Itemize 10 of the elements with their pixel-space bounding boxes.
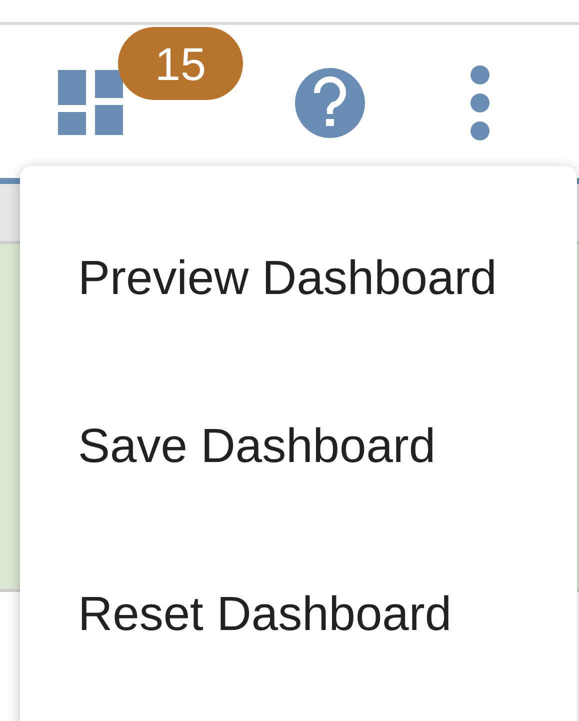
help-icon bbox=[295, 68, 365, 138]
menu-item[interactable]: Save Dashboard bbox=[20, 418, 577, 586]
more-icon bbox=[470, 65, 490, 141]
menu-item[interactable]: Reset Dashboard bbox=[20, 586, 577, 721]
dashboards-button[interactable] bbox=[58, 70, 123, 135]
help-button[interactable] bbox=[295, 68, 365, 138]
menu-item[interactable]: Preview Dashboard bbox=[20, 250, 577, 418]
more-options-button[interactable] bbox=[470, 65, 490, 141]
grid-icon bbox=[58, 70, 123, 135]
count-badge: 15 bbox=[118, 27, 243, 100]
